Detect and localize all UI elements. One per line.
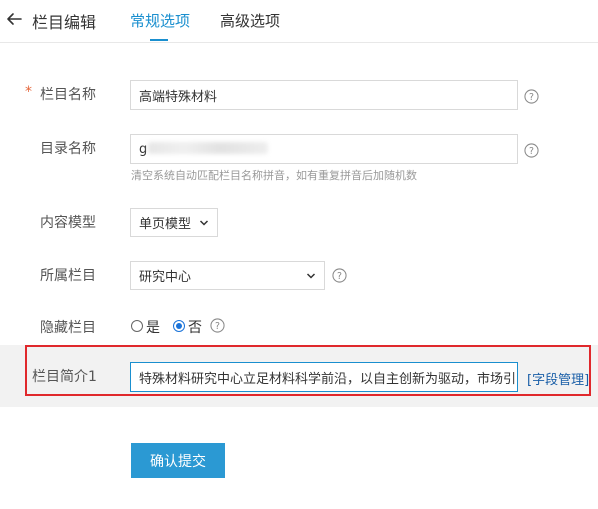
help-icon[interactable]: ? (332, 268, 347, 283)
content-model-value: 单页模型 (139, 217, 192, 232)
page-header: 栏目编辑 常规选项 高级选项 (0, 0, 598, 43)
tab-advanced-options[interactable]: 高级选项 (220, 10, 280, 31)
hidden-column-label: 隐藏栏目 (40, 320, 96, 336)
required-mark: * (25, 84, 32, 100)
back-arrow-icon[interactable] (5, 10, 23, 28)
dir-name-value: g (139, 141, 148, 157)
column-intro-input[interactable]: 特殊材料研究中心立足材料科学前沿，以自主创新为驱动，市场引 (130, 362, 518, 392)
radio-no[interactable] (173, 320, 185, 332)
svg-text:?: ? (215, 321, 220, 332)
parent-column-value: 研究中心 (139, 270, 192, 285)
tab-general-options[interactable]: 常规选项 (130, 10, 190, 31)
column-intro-label: 栏目简介1 (32, 369, 97, 385)
page-title: 栏目编辑 (32, 13, 97, 32)
content-model-select[interactable]: 单页模型 (130, 208, 218, 237)
chevron-down-icon (199, 219, 209, 226)
dir-name-label: 目录名称 (40, 141, 96, 157)
column-intro-value: 特殊材料研究中心立足材料科学前沿，以自主创新为驱动，市场引 (139, 371, 517, 387)
blurred-text (148, 142, 268, 154)
svg-text:?: ? (529, 146, 534, 157)
content-model-label: 内容模型 (40, 215, 96, 231)
dir-name-hint: 清空系统自动匹配栏目名称拼音，如有重复拼音后加随机数 (131, 169, 417, 182)
help-icon[interactable]: ? (524, 89, 539, 104)
submit-button[interactable]: 确认提交 (131, 443, 225, 478)
help-icon[interactable]: ? (524, 143, 539, 158)
parent-column-select[interactable]: 研究中心 (130, 261, 325, 290)
radio-no-label[interactable]: 否 (188, 317, 202, 337)
field-management-link[interactable]: [字段管理] (527, 369, 589, 388)
svg-text:?: ? (337, 271, 342, 282)
column-name-label: 栏目名称 (40, 87, 96, 103)
radio-yes-label[interactable]: 是 (146, 317, 160, 337)
column-name-value: 高端特殊材料 (139, 89, 218, 105)
help-icon[interactable]: ? (210, 318, 225, 333)
chevron-down-icon (306, 272, 316, 279)
active-tab-indicator (150, 39, 168, 41)
parent-column-label: 所属栏目 (40, 268, 96, 284)
column-name-input[interactable]: 高端特殊材料 (130, 80, 518, 110)
radio-yes[interactable] (131, 320, 143, 332)
svg-text:?: ? (529, 92, 534, 103)
